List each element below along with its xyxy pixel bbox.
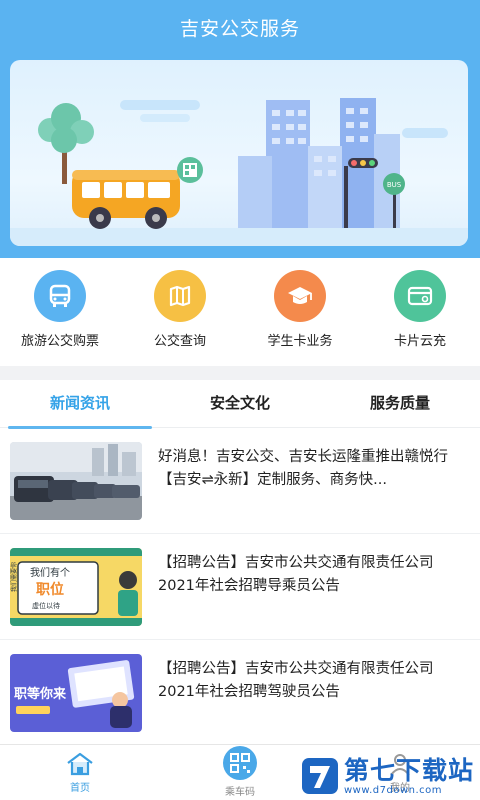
watermark-logo-icon: [301, 758, 338, 794]
banner-illustration: BUS: [10, 98, 468, 246]
banner[interactable]: BUS: [10, 60, 468, 246]
thumb-text: 职位: [36, 581, 64, 598]
list-item[interactable]: 我们需要你 我们有个 职位 虚位以待 【招聘公告】吉安市公共交通有限责任公司20…: [0, 534, 480, 640]
news-tabs: 新闻资讯 安全文化 服务质量: [0, 380, 480, 429]
news-thumbnail: 职等你来: [10, 653, 142, 732]
menu-label: 卡片云充: [393, 334, 446, 349]
thumb-text: 职等你来: [14, 686, 67, 702]
card-icon: [394, 270, 446, 322]
news-title: 好消息！吉安公交、吉安长运隆重推出赣悦行【吉安⇌永新】定制服务、商务快...: [158, 448, 448, 488]
menu-item-card-cloud-recharge[interactable]: 卡片云充: [360, 258, 480, 366]
graduation-cap-icon: [274, 270, 326, 322]
tab-service-quality[interactable]: 服务质量: [320, 380, 480, 427]
thumb-text: 虚位以待: [32, 601, 60, 610]
qr-code-icon: [223, 746, 257, 780]
nav-label: 乘车码: [225, 787, 255, 798]
news-list: 好消息！吉安公交、吉安长运隆重推出赣悦行【吉安⇌永新】定制服务、商务快... 我…: [0, 428, 480, 746]
home-icon: [67, 752, 93, 776]
news-title: 【招聘公告】吉安市公共交通有限责任公司2021年社会招聘导乘员公告: [158, 554, 434, 594]
bus-icon: [34, 270, 86, 322]
section-divider: [0, 366, 480, 380]
header: 吉安公交服务 BUS: [0, 0, 480, 258]
menu-label: 学生卡业务: [267, 334, 333, 349]
nav-label: 首页: [70, 783, 90, 794]
menu-label: 公交查询: [153, 334, 206, 349]
nav-home[interactable]: 首页: [0, 745, 160, 800]
map-icon: [154, 270, 206, 322]
news-title: 【招聘公告】吉安市公共交通有限责任公司2021年社会招聘驾驶员公告: [158, 660, 434, 700]
watermark-text: 第七下载站 www.d7down.com: [343, 755, 474, 796]
tab-safety-culture[interactable]: 安全文化: [160, 380, 320, 427]
list-item[interactable]: 职等你来 【招聘公告】吉安市公共交通有限责任公司2021年社会招聘驾驶员公告: [0, 640, 480, 746]
watermark-url: www.d7down.com: [343, 784, 443, 796]
watermark: 第七下载站 www.d7down.com: [300, 756, 474, 796]
service-menu: 旅游公交购票 公交查询 学生卡业务 卡片云充: [0, 258, 480, 366]
thumb-text: 我们有个: [30, 566, 70, 579]
menu-item-tourist-bus-ticket[interactable]: 旅游公交购票: [0, 258, 120, 366]
watermark-title: 第七下载站: [343, 755, 474, 785]
svg-text:BUS: BUS: [387, 181, 402, 189]
page-title: 吉安公交服务: [179, 18, 300, 40]
menu-item-bus-query[interactable]: 公交查询: [120, 258, 240, 366]
thumb-text: 我们需要你: [10, 561, 18, 591]
news-thumbnail: 我们需要你 我们有个 职位 虚位以待: [10, 547, 142, 626]
nav-ride-code[interactable]: 乘车码: [160, 745, 320, 800]
tab-news[interactable]: 新闻资讯: [0, 380, 160, 429]
menu-label: 旅游公交购票: [20, 334, 99, 349]
news-thumbnail: [10, 441, 142, 520]
menu-item-student-card[interactable]: 学生卡业务: [240, 258, 360, 366]
list-item[interactable]: 好消息！吉安公交、吉安长运隆重推出赣悦行【吉安⇌永新】定制服务、商务快...: [0, 428, 480, 534]
